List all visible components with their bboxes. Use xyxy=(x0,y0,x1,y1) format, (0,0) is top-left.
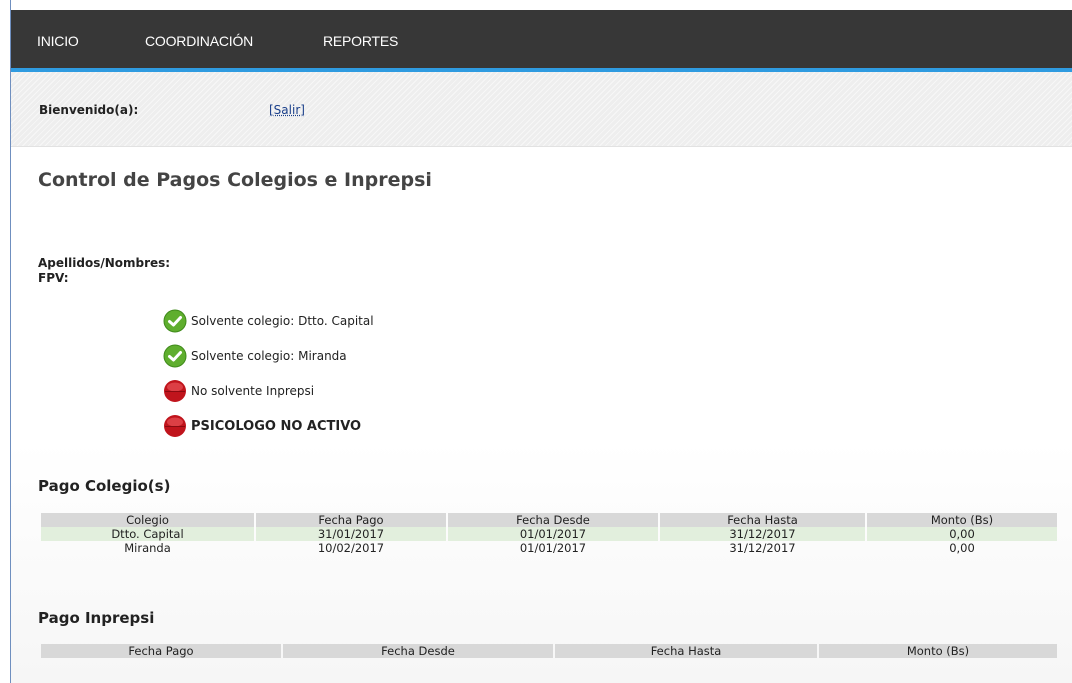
name-label: Apellidos/Nombres: xyxy=(38,256,171,270)
table-header-row: Fecha Pago Fecha Desde Fecha Hasta Monto… xyxy=(41,644,1057,658)
nav-item-reportes[interactable]: REPORTES xyxy=(323,33,398,49)
table-cell: 01/01/2017 xyxy=(519,541,587,555)
nav-item-inicio[interactable]: INICIO xyxy=(37,33,79,49)
column-header: Fecha Desde xyxy=(448,513,658,527)
table-cell: 31/12/2017 xyxy=(729,541,796,555)
column-header: Fecha Desde xyxy=(283,644,553,658)
welcome-label: Bienvenido(a): xyxy=(39,103,139,117)
status-text: Solvente colegio: Miranda xyxy=(191,349,347,363)
page-title: Control de Pagos Colegios e Inprepsi xyxy=(38,169,432,191)
table-cell: 01/01/2017 xyxy=(448,527,658,541)
column-header: Fecha Hasta xyxy=(660,513,865,527)
status-row-colegio-miranda: Solvente colegio: Miranda xyxy=(163,344,347,368)
logout-link[interactable]: [Salir] xyxy=(269,103,305,117)
column-header: Monto (Bs) xyxy=(867,513,1057,527)
table-cell: 31/01/2017 xyxy=(256,527,446,541)
section-title-inprepsi: Pago Inprepsi xyxy=(38,609,155,627)
status-row-colegio-capital: Solvente colegio: Dtto. Capital xyxy=(163,309,374,333)
table-cell: 31/12/2017 xyxy=(660,527,865,541)
table-row: Miranda 10/02/2017 01/01/2017 31/12/2017… xyxy=(41,541,1057,555)
green-check-icon xyxy=(163,309,187,333)
column-header: Fecha Hasta xyxy=(555,644,817,658)
status-text: PSICOLOGO NO ACTIVO xyxy=(191,418,362,434)
red-dot-icon xyxy=(164,380,186,402)
fpv-label: FPV: xyxy=(38,271,69,285)
table-row: Dtto. Capital 31/01/2017 01/01/2017 31/1… xyxy=(41,527,1057,541)
section-title-colegio: Pago Colegio(s) xyxy=(38,477,171,495)
welcome-bar: Bienvenido(a): [Salir] xyxy=(11,72,1072,147)
table-cell: Miranda xyxy=(124,541,171,555)
red-dot-icon xyxy=(164,415,186,437)
main-content: Control de Pagos Colegios e Inprepsi Ape… xyxy=(11,147,1072,683)
colegio-payments-table: Colegio Fecha Pago Fecha Desde Fecha Has… xyxy=(39,513,1059,555)
nav-item-coordinacion[interactable]: COORDINACIÓN xyxy=(145,33,253,49)
table-cell: 0,00 xyxy=(867,527,1057,541)
top-navbar: INICIO COORDINACIÓN REPORTES xyxy=(11,10,1072,68)
status-row-psicologo: PSICOLOGO NO ACTIVO xyxy=(163,414,361,438)
status-row-inprepsi: No solvente Inprepsi xyxy=(163,379,314,403)
column-header: Colegio xyxy=(41,513,254,527)
inprepsi-payments-table: Fecha Pago Fecha Desde Fecha Hasta Monto… xyxy=(39,644,1059,658)
table-cell: Dtto. Capital xyxy=(41,527,254,541)
green-check-icon xyxy=(163,344,187,368)
column-header: Fecha Pago xyxy=(256,513,446,527)
table-cell: 0,00 xyxy=(949,541,975,555)
status-text: Solvente colegio: Dtto. Capital xyxy=(191,314,374,328)
status-text: No solvente Inprepsi xyxy=(191,384,315,398)
column-header: Fecha Pago xyxy=(41,644,281,658)
table-cell: 10/02/2017 xyxy=(317,541,385,555)
table-header-row: Colegio Fecha Pago Fecha Desde Fecha Has… xyxy=(41,513,1057,527)
column-header: Monto (Bs) xyxy=(819,644,1057,658)
